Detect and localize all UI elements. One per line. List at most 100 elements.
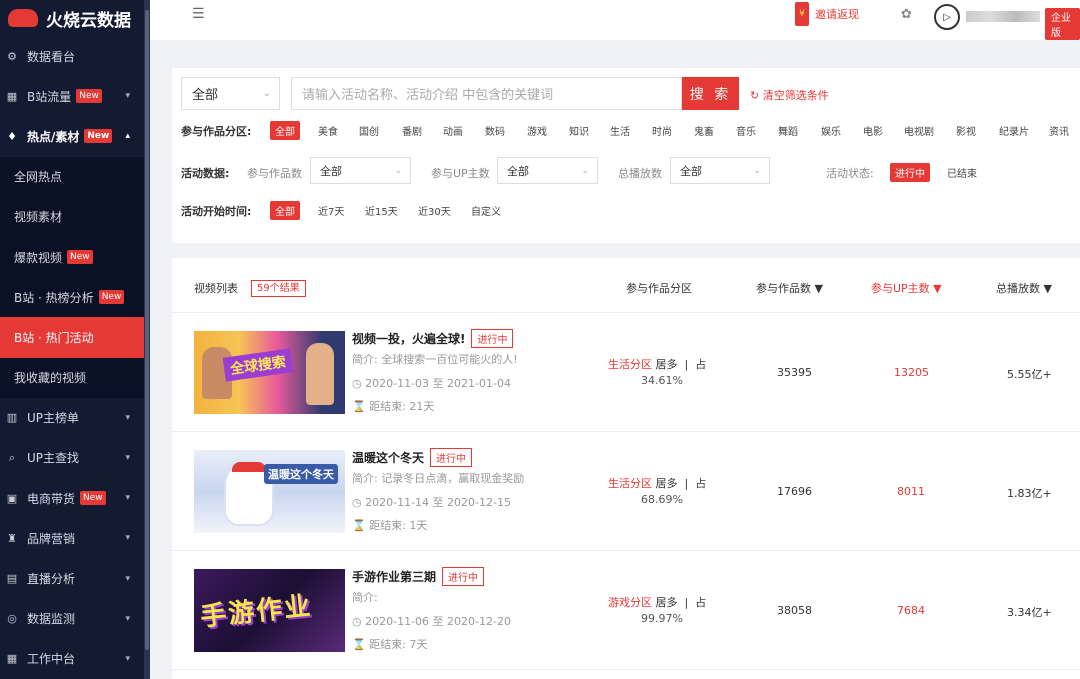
sidebar-item-hot-list[interactable]: B站 · 热榜分析 New — [0, 277, 150, 318]
activity-date: ◷ 2020-11-14 至 2020-12-15 — [352, 494, 511, 510]
zone-share: 占 — [695, 596, 707, 609]
sidebar-item-label: 工作中台 — [27, 652, 76, 667]
video-thumbnail[interactable]: 全球搜索 — [194, 331, 345, 414]
plays-count: 5.55亿+ — [1007, 368, 1052, 381]
status-active-chip[interactable]: 进行中 — [890, 163, 930, 182]
result-count-badge: 59个结果 — [251, 280, 306, 297]
sidebar-item-video-material[interactable]: 视频素材 — [0, 196, 150, 237]
activity-title[interactable]: 温暖这个冬天 进行中 — [352, 448, 473, 467]
sidebar-item-label: 全网热点 — [14, 170, 63, 185]
works-count-value: 全部 — [320, 164, 342, 178]
app-logo[interactable]: 火烧云数据 — [0, 0, 150, 36]
search-input[interactable]: 请输入活动名称、活动介绍 中包含的关键词 — [291, 77, 682, 110]
table-row[interactable]: 手游作业 手游作业第三期 进行中 简介: ◷ 2020-11-06 至 2020-… — [172, 551, 1080, 670]
sidebar-item-brand[interactable]: ♜ 品牌营销 ▾ — [0, 518, 150, 558]
sidebar-item-label: UP主榜单 — [27, 411, 80, 426]
up-count: 8011 — [897, 485, 925, 498]
zone-chip[interactable]: 资讯 — [1044, 121, 1074, 140]
video-thumbnail[interactable]: 手游作业 — [194, 569, 345, 652]
sidebar-scroll-thumb[interactable] — [145, 10, 149, 650]
col-works-header[interactable]: 参与作品数 ▼ — [756, 280, 823, 296]
zone-chip[interactable]: 电视剧 — [899, 121, 939, 140]
zone-name: 生活分区 — [608, 358, 652, 371]
time-chip-7d[interactable]: 近7天 — [313, 201, 349, 220]
sidebar-item-label: 视频素材 — [14, 210, 63, 225]
activity-title[interactable]: 视频一投，火遍全球! 进行中 — [352, 329, 514, 348]
menu-collapse-icon[interactable]: ☰ — [192, 6, 205, 22]
activity-desc: 简介: 全球搜索一百位可能火的人! — [352, 353, 518, 366]
zone-chip[interactable]: 电影 — [858, 121, 888, 140]
sidebar-item-label: 数据看台 — [27, 49, 76, 64]
sidebar-item-ecommerce[interactable]: ▣ 电商带货 New ▾ — [0, 478, 150, 518]
activity-remaining-text: 距结束: 1天 — [369, 519, 428, 532]
zone-chip[interactable]: 鬼畜 — [689, 121, 719, 140]
time-chip-15d[interactable]: 近15天 — [360, 201, 403, 220]
plays-select[interactable]: 全部 ⌄ — [670, 157, 770, 184]
sidebar-item-dashboard[interactable]: ⚙ 数据看台 — [0, 36, 150, 76]
category-select[interactable]: 全部 ⌄ — [181, 77, 280, 110]
up-count-select[interactable]: 全部 ⌄ — [497, 157, 598, 184]
sidebar-item-live[interactable]: ▤ 直播分析 ▾ — [0, 558, 150, 598]
sidebar-item-bili-traffic[interactable]: ▦ B站流量 New ▾ — [0, 76, 150, 116]
cloud-icon — [8, 9, 38, 27]
search-button[interactable]: 搜 索 — [682, 77, 739, 110]
hourglass-icon: ⌛ — [352, 638, 370, 651]
clear-filters-link[interactable]: ↻ 清空筛选条件 — [750, 87, 829, 103]
zone-chip[interactable]: 时尚 — [647, 121, 677, 140]
zone-chip[interactable]: 动画 — [438, 121, 468, 140]
new-badge: New — [76, 89, 102, 104]
time-chip-custom[interactable]: 自定义 — [466, 201, 506, 220]
zone-chip[interactable]: 纪录片 — [994, 121, 1034, 140]
zone-chip[interactable]: 娱乐 — [816, 121, 846, 140]
sidebar-item-web-hot[interactable]: 全网热点 — [0, 156, 150, 197]
zone-chip[interactable]: 生活 — [605, 121, 635, 140]
zone-chip[interactable]: 番剧 — [397, 121, 427, 140]
time-chip-30d[interactable]: 近30天 — [413, 201, 456, 220]
list-title: 视频列表 — [194, 282, 238, 295]
zone-rank: 居多 — [655, 477, 678, 490]
sidebar-item-up-rank[interactable]: ▥ UP主榜单 ▾ — [0, 398, 150, 438]
zone-chip[interactable]: 舞蹈 — [773, 121, 803, 140]
works-count-select[interactable]: 全部 ⌄ — [310, 157, 411, 184]
zone-chip[interactable]: 影视 — [951, 121, 981, 140]
zone-chip[interactable]: 音乐 — [731, 121, 761, 140]
sidebar-item-workbench[interactable]: ▦ 工作中台 ▾ — [0, 639, 150, 679]
sidebar-item-label: 直播分析 — [27, 572, 76, 587]
zone-chip[interactable]: 国创 — [354, 121, 384, 140]
status-ended-chip[interactable]: 已结束 — [942, 163, 982, 182]
palette-icon[interactable]: ✿ — [901, 7, 912, 22]
zone-info: 生活分区 居多 | 占 34.61% — [608, 358, 707, 387]
sidebar-item-viral-video[interactable]: 爆款视频 New — [0, 236, 150, 278]
zone-chip[interactable]: 美食 — [313, 121, 343, 140]
avatar[interactable]: ▷ — [934, 4, 960, 30]
sidebar-item-up-search[interactable]: ⌕ UP主查找 ▾ — [0, 438, 150, 478]
activity-desc: 简介: — [352, 591, 378, 604]
zone-chip[interactable]: 全部 — [270, 121, 300, 140]
time-chip-all[interactable]: 全部 — [270, 201, 300, 220]
clock-icon: ◷ — [352, 377, 366, 390]
sidebar-item-hot-activity[interactable]: B站 · 热门活动 — [0, 317, 150, 358]
activity-title[interactable]: 手游作业第三期 进行中 — [352, 567, 485, 586]
invite-cashback-link[interactable]: ¥ 邀请返现 — [795, 2, 859, 26]
col-up-header[interactable]: 参与UP主数 ▼ — [871, 280, 942, 296]
sidebar-item-label: 数据监测 — [27, 612, 76, 627]
sidebar-item-favorites[interactable]: 我收藏的视频 — [0, 357, 150, 398]
enterprise-badge: 企业版 — [1045, 8, 1080, 40]
table-row[interactable]: 全球搜索 视频一投，火遍全球! 进行中 简介: 全球搜索一百位可能火的人! ◷ 2… — [172, 313, 1080, 432]
activity-desc: 简介: 记录冬日点滴，赢取现金奖励 — [352, 472, 525, 485]
sidebar-item-hotspot[interactable]: ♦ 热点/素材 New ▴ — [0, 116, 150, 156]
works-count: 35395 — [777, 366, 812, 379]
zone-chip[interactable]: 游戏 — [522, 121, 552, 140]
plays-value: 全部 — [680, 164, 702, 178]
up-count: 7684 — [897, 604, 925, 617]
play-icon: ▷ — [943, 11, 951, 23]
sidebar-item-label: B站 · 热门活动 — [14, 330, 94, 345]
sidebar-item-monitor[interactable]: ◎ 数据监测 ▾ — [0, 599, 150, 639]
video-thumbnail[interactable]: 温暖这个冬天 — [194, 450, 345, 533]
activity-title-text: 温暖这个冬天 — [352, 451, 425, 465]
zone-chip[interactable]: 知识 — [564, 121, 594, 140]
grid-icon: ▦ — [6, 652, 18, 666]
table-row[interactable]: 温暖这个冬天 温暖这个冬天 进行中 简介: 记录冬日点滴，赢取现金奖励 ◷ 202… — [172, 432, 1080, 551]
zone-chip[interactable]: 数码 — [480, 121, 510, 140]
col-plays-header[interactable]: 总播放数 ▼ — [996, 280, 1052, 296]
